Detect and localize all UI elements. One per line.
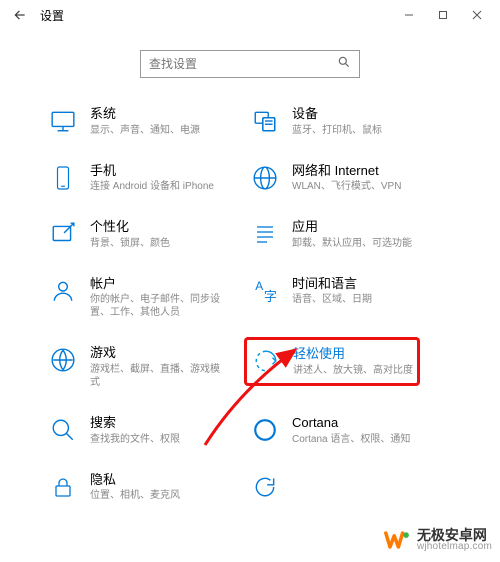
item-desc: Cortana 语言、权限、通知 [292,433,410,446]
maximize-button[interactable] [426,4,460,26]
settings-item-phone[interactable]: 手机 连接 Android 设备和 iPhone [48,163,250,194]
watermark-title: 无极安卓网 [417,528,492,542]
settings-item-ease-of-access[interactable]: 轻松使用 讲述人、放大镜、高对比度 [250,345,452,389]
item-title: 网络和 Internet [292,163,401,179]
accounts-icon [48,276,78,306]
settings-item-cortana[interactable]: Cortana Cortana 语言、权限、通知 [250,415,452,446]
personalization-icon [48,219,78,249]
privacy-icon [48,472,78,502]
settings-item-search[interactable]: 搜索 查找我的文件、权限 [48,415,250,446]
settings-item-gaming[interactable]: 游戏 游戏栏、截屏、直播、游戏模式 [48,345,250,389]
gaming-icon [48,345,78,375]
search-box[interactable] [140,50,360,78]
item-title: 游戏 [90,345,225,361]
settings-item-personalization[interactable]: 个性化 背景、锁屏、颜色 [48,219,250,250]
item-title: 时间和语言 [292,276,372,292]
item-title: 轻松使用 [293,346,413,362]
settings-item-privacy[interactable]: 隐私 位置、相机、麦克风 [48,472,250,503]
search-category-icon [48,415,78,445]
content-area: 系统 显示、声音、通知、电源 设备 蓝牙、打印机、鼠标 手机 连接 Androi… [0,30,500,502]
item-desc: 游戏栏、截屏、直播、游戏模式 [90,363,225,389]
item-title: 隐私 [90,472,180,488]
settings-item-system[interactable]: 系统 显示、声音、通知、电源 [48,106,250,137]
network-icon [250,163,280,193]
item-desc: 显示、声音、通知、电源 [90,124,200,137]
close-button[interactable] [460,4,494,26]
item-title: Cortana [292,415,410,431]
item-desc: 你的帐户、电子邮件、同步设置、工作、其他人员 [90,293,225,319]
item-desc: 位置、相机、麦克风 [90,489,180,502]
devices-icon [250,106,280,136]
search-icon [337,55,351,74]
item-title: 搜索 [90,415,180,431]
highlight-box: 轻松使用 讲述人、放大镜、高对比度 [244,337,420,386]
watermark-logo-icon [383,526,411,554]
item-desc: WLAN、飞行模式、VPN [292,180,401,193]
item-desc: 查找我的文件、权限 [90,433,180,446]
svg-text:字: 字 [264,289,277,304]
item-title: 系统 [90,106,200,122]
item-title: 帐户 [90,276,225,292]
item-desc: 语音、区域、日期 [292,293,372,306]
watermark-url: wjhotelmap.com [417,542,492,552]
item-desc: 讲述人、放大镜、高对比度 [293,364,413,377]
time-language-icon: A字 [250,276,280,306]
item-desc: 背景、锁屏、颜色 [90,237,170,250]
settings-item-network[interactable]: 网络和 Internet WLAN、飞行模式、VPN [250,163,452,194]
ease-of-access-icon [251,346,281,376]
minimize-button[interactable] [392,4,426,26]
phone-icon [48,163,78,193]
watermark: 无极安卓网 wjhotelmap.com [383,526,492,554]
settings-grid: 系统 显示、声音、通知、电源 设备 蓝牙、打印机、鼠标 手机 连接 Androi… [0,106,500,502]
search-input[interactable] [149,57,337,71]
settings-item-apps[interactable]: 应用 卸载、默认应用、可选功能 [250,219,452,250]
back-button[interactable] [6,4,34,26]
settings-item-time-language[interactable]: A字 时间和语言 语音、区域、日期 [250,276,452,320]
item-desc: 蓝牙、打印机、鼠标 [292,124,382,137]
apps-icon [250,219,280,249]
cortana-icon [250,415,280,445]
window-title: 设置 [40,7,64,24]
settings-item-devices[interactable]: 设备 蓝牙、打印机、鼠标 [250,106,452,137]
item-title: 个性化 [90,219,170,235]
settings-item-update[interactable] [250,472,452,503]
settings-item-accounts[interactable]: 帐户 你的帐户、电子邮件、同步设置、工作、其他人员 [48,276,250,320]
system-icon [48,106,78,136]
svg-text:A: A [255,279,263,293]
item-title: 设备 [292,106,382,122]
item-desc: 连接 Android 设备和 iPhone [90,180,214,193]
item-title: 应用 [292,219,412,235]
item-desc: 卸载、默认应用、可选功能 [292,237,412,250]
item-title: 手机 [90,163,214,179]
titlebar: 设置 [0,0,500,30]
update-icon [250,472,280,502]
